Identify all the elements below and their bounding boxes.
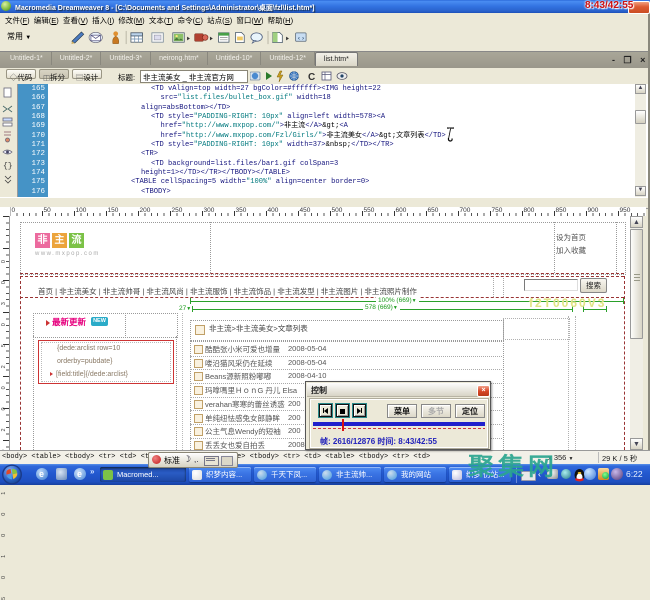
svg-text:C: C	[308, 72, 315, 83]
svg-text:‹›: ‹›	[297, 34, 305, 42]
svg-text:{}: {}	[3, 162, 13, 171]
